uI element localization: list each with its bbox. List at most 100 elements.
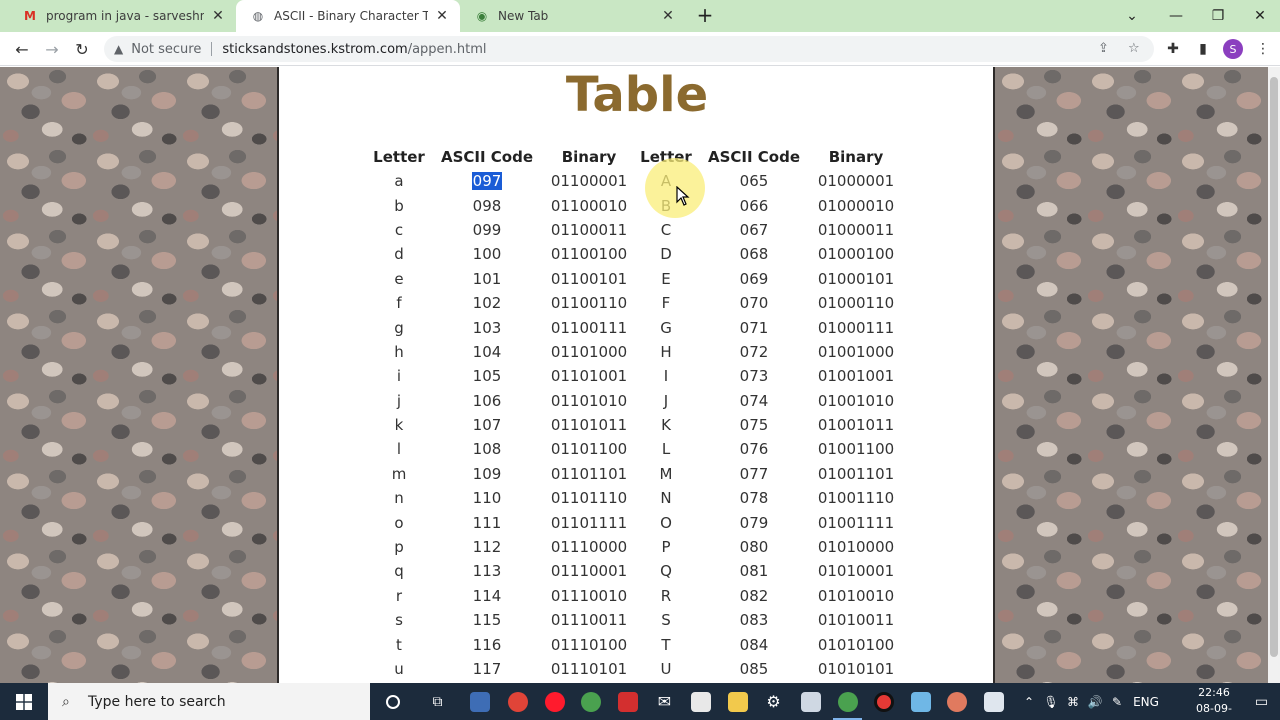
tab-ascii-table[interactable]: ◍ ASCII - Binary Character Table ✕ bbox=[236, 0, 460, 32]
media-icon[interactable] bbox=[682, 683, 719, 720]
cell-uppercase-ascii-code: 075 bbox=[739, 416, 769, 435]
table-row: t 116 01110100 T 084 01010100 bbox=[364, 632, 898, 656]
cell-lowercase-binary: 01101001 bbox=[550, 367, 628, 386]
share-icon[interactable]: ⇪ bbox=[1098, 41, 1109, 56]
close-tab-icon[interactable]: ✕ bbox=[210, 8, 226, 24]
minimize-icon[interactable]: — bbox=[1154, 0, 1198, 32]
scrollbar-thumb[interactable] bbox=[1270, 77, 1278, 657]
cell-lowercase-ascii-code: 101 bbox=[472, 269, 502, 288]
cell-lowercase-ascii-code: 112 bbox=[472, 538, 502, 557]
cell-lowercase-ascii-code: 103 bbox=[472, 318, 502, 337]
cell-uppercase-letter: J bbox=[663, 391, 669, 410]
taskbar-clock[interactable]: 22:46 08-09-2022 bbox=[1186, 685, 1242, 720]
settings-icon[interactable]: ⚙ bbox=[755, 683, 792, 720]
close-tab-icon[interactable]: ✕ bbox=[660, 8, 676, 24]
search-icon: ⌕ bbox=[62, 693, 70, 710]
cell-uppercase-ascii-code: 074 bbox=[739, 391, 769, 410]
back-icon[interactable]: ← bbox=[10, 37, 34, 61]
cell-uppercase-binary: 01001011 bbox=[817, 416, 895, 435]
cell-lowercase-letter: h bbox=[394, 342, 404, 361]
close-tab-icon[interactable]: ✕ bbox=[434, 8, 450, 24]
task-view-icon[interactable]: ⧉ bbox=[419, 683, 456, 720]
notes-icon[interactable] bbox=[792, 683, 829, 720]
reload-icon[interactable]: ↻ bbox=[70, 37, 94, 61]
extensions-icon[interactable]: ✚ bbox=[1162, 38, 1184, 60]
column-header: Letter bbox=[373, 148, 425, 166]
column-header: Binary bbox=[828, 148, 884, 166]
table-row: j 106 01101010 J 074 01001010 bbox=[364, 389, 898, 413]
notepad-icon[interactable] bbox=[902, 683, 939, 720]
cell-uppercase-binary: 01001010 bbox=[817, 391, 895, 410]
microphone-icon[interactable]: 🎙 bbox=[1040, 695, 1062, 709]
start-button[interactable] bbox=[0, 683, 48, 720]
cell-lowercase-binary: 01101010 bbox=[550, 391, 628, 410]
column-header: ASCII Code bbox=[707, 148, 801, 166]
column-header: ASCII Code bbox=[440, 148, 534, 166]
cell-uppercase-ascii-code: 065 bbox=[739, 172, 769, 191]
new-tab-button[interactable]: + bbox=[694, 4, 716, 26]
app-icon[interactable] bbox=[938, 683, 975, 720]
clock-time: 22:46 bbox=[1198, 686, 1230, 699]
page-viewport: Table Letter ASCII Code Binary Letter AS… bbox=[0, 67, 1280, 683]
cell-uppercase-ascii-code: 077 bbox=[739, 464, 769, 483]
page-title: Table bbox=[565, 67, 709, 123]
cell-uppercase-letter: U bbox=[660, 660, 672, 678]
cell-uppercase-letter: O bbox=[660, 513, 672, 532]
cell-uppercase-letter: H bbox=[660, 342, 672, 361]
search-placeholder: Type here to search bbox=[88, 693, 226, 710]
network-icon[interactable]: ⌘ bbox=[1062, 695, 1084, 709]
mail-icon[interactable]: ✉ bbox=[646, 683, 683, 720]
selected-text[interactable]: 097 bbox=[471, 172, 503, 191]
cell-lowercase-ascii-code: 108 bbox=[472, 440, 502, 459]
side-panel-icon[interactable]: ▮ bbox=[1192, 38, 1214, 60]
tab-gmail[interactable]: M program in java - sarveshnathpar ✕ bbox=[8, 0, 236, 32]
chrome-icon: ◉ bbox=[476, 9, 488, 23]
pen-icon[interactable]: ✎ bbox=[1106, 695, 1128, 709]
cell-lowercase-binary: 01110000 bbox=[550, 538, 628, 557]
chrome-icon[interactable] bbox=[499, 683, 536, 720]
profile-avatar[interactable]: S bbox=[1223, 39, 1243, 59]
opera-icon[interactable] bbox=[536, 683, 573, 720]
window-close-icon[interactable]: ✕ bbox=[1238, 0, 1280, 32]
cell-uppercase-ascii-code: 067 bbox=[739, 220, 769, 239]
cell-lowercase-letter: d bbox=[394, 245, 404, 264]
bookmark-star-icon[interactable]: ☆ bbox=[1128, 41, 1140, 56]
taskbar-search[interactable]: ⌕ Type here to search bbox=[48, 683, 370, 720]
cell-uppercase-letter: D bbox=[660, 245, 672, 264]
chevron-up-icon[interactable]: ⌃ bbox=[1018, 695, 1040, 709]
browser-tab-strip: M program in java - sarveshnathpar ✕ ◍ A… bbox=[0, 0, 1280, 32]
cell-uppercase-ascii-code: 072 bbox=[739, 342, 769, 361]
tab-search-icon[interactable]: ⌄ bbox=[1110, 0, 1154, 32]
forward-icon[interactable]: → bbox=[40, 37, 64, 61]
cell-uppercase-binary: 01000110 bbox=[817, 294, 895, 313]
table-row: q 113 01110001 Q 081 01010001 bbox=[364, 559, 898, 583]
address-bar[interactable]: ▲ Not secure sticksandstones.kstrom.com /… bbox=[104, 36, 1154, 62]
cell-uppercase-letter: C bbox=[660, 220, 672, 239]
notification-icon[interactable]: ▭ bbox=[1243, 683, 1280, 720]
chrome-active-icon[interactable] bbox=[829, 683, 866, 720]
ascii-binary-table: Letter ASCII Code Binary Letter ASCII Co… bbox=[364, 145, 898, 681]
browser-toolbar: ← → ↻ ▲ Not secure sticksandstones.kstro… bbox=[0, 32, 1280, 66]
cell-lowercase-ascii-code: 104 bbox=[472, 342, 502, 361]
acrobat-icon[interactable] bbox=[609, 683, 646, 720]
clock-date: 08-09-2022 bbox=[1196, 702, 1232, 720]
cell-lowercase-binary: 01101110 bbox=[550, 489, 628, 508]
record-icon[interactable] bbox=[865, 683, 902, 720]
cell-lowercase-ascii-code: 110 bbox=[472, 489, 502, 508]
cortana-icon[interactable] bbox=[374, 683, 411, 720]
restore-icon[interactable]: ❐ bbox=[1196, 0, 1240, 32]
cell-uppercase-ascii-code: 085 bbox=[739, 660, 769, 678]
tab-title: program in java - sarveshnathpar bbox=[46, 9, 204, 23]
vertical-scrollbar[interactable] bbox=[1268, 67, 1280, 683]
chrome-icon[interactable] bbox=[572, 683, 609, 720]
language-indicator[interactable]: ENG bbox=[1128, 695, 1164, 709]
terminal-icon[interactable] bbox=[975, 683, 1012, 720]
url-domain: sticksandstones.kstrom.com bbox=[222, 41, 408, 57]
store-icon[interactable] bbox=[461, 683, 498, 720]
tab-new-tab[interactable]: ◉ New Tab ✕ bbox=[460, 0, 686, 32]
menu-icon[interactable]: ⋮ bbox=[1252, 38, 1274, 60]
volume-icon[interactable]: 🔊 bbox=[1084, 695, 1106, 709]
file-explorer-icon[interactable] bbox=[719, 683, 756, 720]
cell-lowercase-binary: 01101101 bbox=[550, 464, 628, 483]
cell-lowercase-letter: u bbox=[394, 660, 404, 678]
